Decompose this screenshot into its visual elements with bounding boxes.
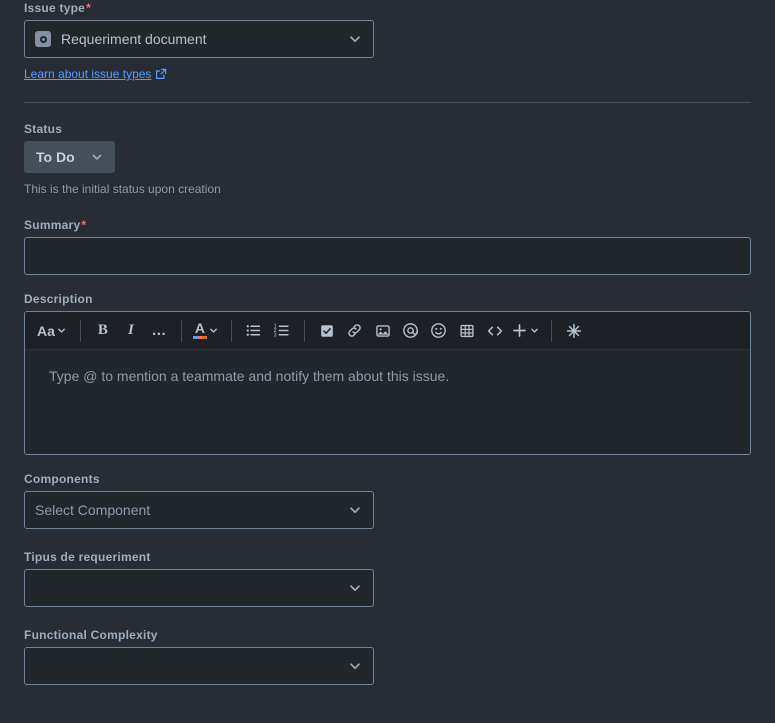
chevron-down-icon bbox=[56, 325, 68, 337]
toolbar-separator bbox=[550, 319, 552, 342]
learn-about-issue-types-label: Learn about issue types bbox=[24, 67, 152, 81]
status-label: Status bbox=[24, 122, 63, 136]
functional-complexity-field: Functional Complexity bbox=[0, 627, 775, 685]
svg-text:3: 3 bbox=[274, 333, 277, 339]
components-placeholder: Select Component bbox=[35, 502, 151, 518]
required-asterisk: * bbox=[86, 1, 92, 15]
text-color-button[interactable]: A bbox=[190, 317, 223, 345]
task-list-button[interactable] bbox=[313, 317, 341, 345]
chevron-down-icon bbox=[89, 149, 105, 165]
italic-button[interactable]: I bbox=[117, 317, 145, 345]
toolbar-separator bbox=[79, 319, 81, 342]
text-color-icon: A bbox=[192, 320, 207, 339]
functional-complexity-select[interactable] bbox=[24, 647, 374, 685]
chevron-down-icon bbox=[347, 580, 363, 596]
summary-label: Summary* bbox=[24, 217, 751, 233]
issue-type-selected-value: Requeriment document bbox=[61, 31, 207, 47]
summary-label-text: Summary bbox=[24, 218, 81, 232]
ai-assist-button[interactable] bbox=[560, 317, 588, 345]
external-link-icon bbox=[155, 68, 167, 80]
text-style-label: Aa bbox=[37, 322, 55, 339]
bold-button[interactable]: B bbox=[89, 317, 117, 345]
components-field: Components Select Component bbox=[0, 471, 775, 529]
toolbar-separator bbox=[303, 319, 305, 342]
link-button[interactable] bbox=[341, 317, 369, 345]
text-color-letter: A bbox=[194, 320, 205, 336]
status-field: Status To Do This is the initial status … bbox=[0, 121, 775, 197]
code-block-button[interactable] bbox=[481, 317, 509, 345]
functional-complexity-label: Functional Complexity bbox=[24, 628, 158, 642]
status-helper-text: This is the initial status upon creation bbox=[24, 182, 221, 196]
components-label: Components bbox=[24, 472, 100, 486]
text-style-button[interactable]: Aa bbox=[33, 317, 72, 345]
more-formatting-label: … bbox=[151, 322, 167, 339]
components-select[interactable]: Select Component bbox=[24, 491, 374, 529]
insert-more-button[interactable] bbox=[509, 317, 543, 345]
more-formatting-button[interactable]: … bbox=[145, 317, 173, 345]
tipus-de-requeriment-label: Tipus de requeriment bbox=[24, 550, 151, 564]
tipus-de-requeriment-field: Tipus de requeriment bbox=[0, 549, 775, 607]
ordered-list-button[interactable]: 1 2 3 bbox=[268, 317, 296, 345]
bold-label: B bbox=[97, 322, 108, 338]
chevron-down-icon bbox=[347, 31, 363, 47]
description-field: Description Aa B I … A 1 2 3 Type @ to m… bbox=[0, 291, 775, 455]
chevron-down-icon bbox=[347, 658, 363, 674]
text-color-swatch bbox=[192, 336, 207, 339]
toolbar-separator bbox=[180, 319, 182, 342]
chevron-down-icon bbox=[529, 325, 541, 337]
mention-button[interactable] bbox=[397, 317, 425, 345]
issue-type-label-text: Issue type bbox=[24, 1, 86, 15]
image-button[interactable] bbox=[369, 317, 397, 345]
description-input-area[interactable]: Type @ to mention a teammate and notify … bbox=[25, 350, 750, 454]
tipus-de-requeriment-select[interactable] bbox=[24, 569, 374, 607]
issue-type-document-icon bbox=[35, 31, 51, 47]
learn-about-issue-types-link[interactable]: Learn about issue types bbox=[24, 66, 167, 82]
description-label: Description bbox=[24, 292, 93, 306]
issue-type-field: Issue type* Requeriment document Learn a… bbox=[0, 0, 775, 82]
emoji-button[interactable] bbox=[425, 317, 453, 345]
chevron-down-icon bbox=[208, 325, 220, 337]
chevron-down-icon bbox=[347, 502, 363, 518]
issue-type-label: Issue type* bbox=[24, 0, 751, 16]
description-placeholder: Type @ to mention a teammate and notify … bbox=[49, 368, 450, 384]
toolbar-separator bbox=[230, 319, 232, 342]
table-button[interactable] bbox=[453, 317, 481, 345]
section-divider bbox=[24, 102, 751, 103]
status-select-button[interactable]: To Do bbox=[24, 141, 115, 173]
bullet-list-button[interactable] bbox=[240, 317, 268, 345]
description-toolbar: Aa B I … A 1 2 3 bbox=[25, 312, 750, 350]
status-value: To Do bbox=[36, 149, 75, 165]
create-issue-form: Issue type* Requeriment document Learn a… bbox=[0, 0, 775, 723]
summary-field: Summary* bbox=[0, 217, 775, 275]
summary-input[interactable] bbox=[24, 237, 751, 275]
required-asterisk: * bbox=[81, 218, 87, 232]
italic-label: I bbox=[127, 322, 134, 338]
issue-type-select[interactable]: Requeriment document bbox=[24, 20, 374, 58]
description-editor: Aa B I … A 1 2 3 Type @ to mention a tea… bbox=[24, 311, 751, 455]
